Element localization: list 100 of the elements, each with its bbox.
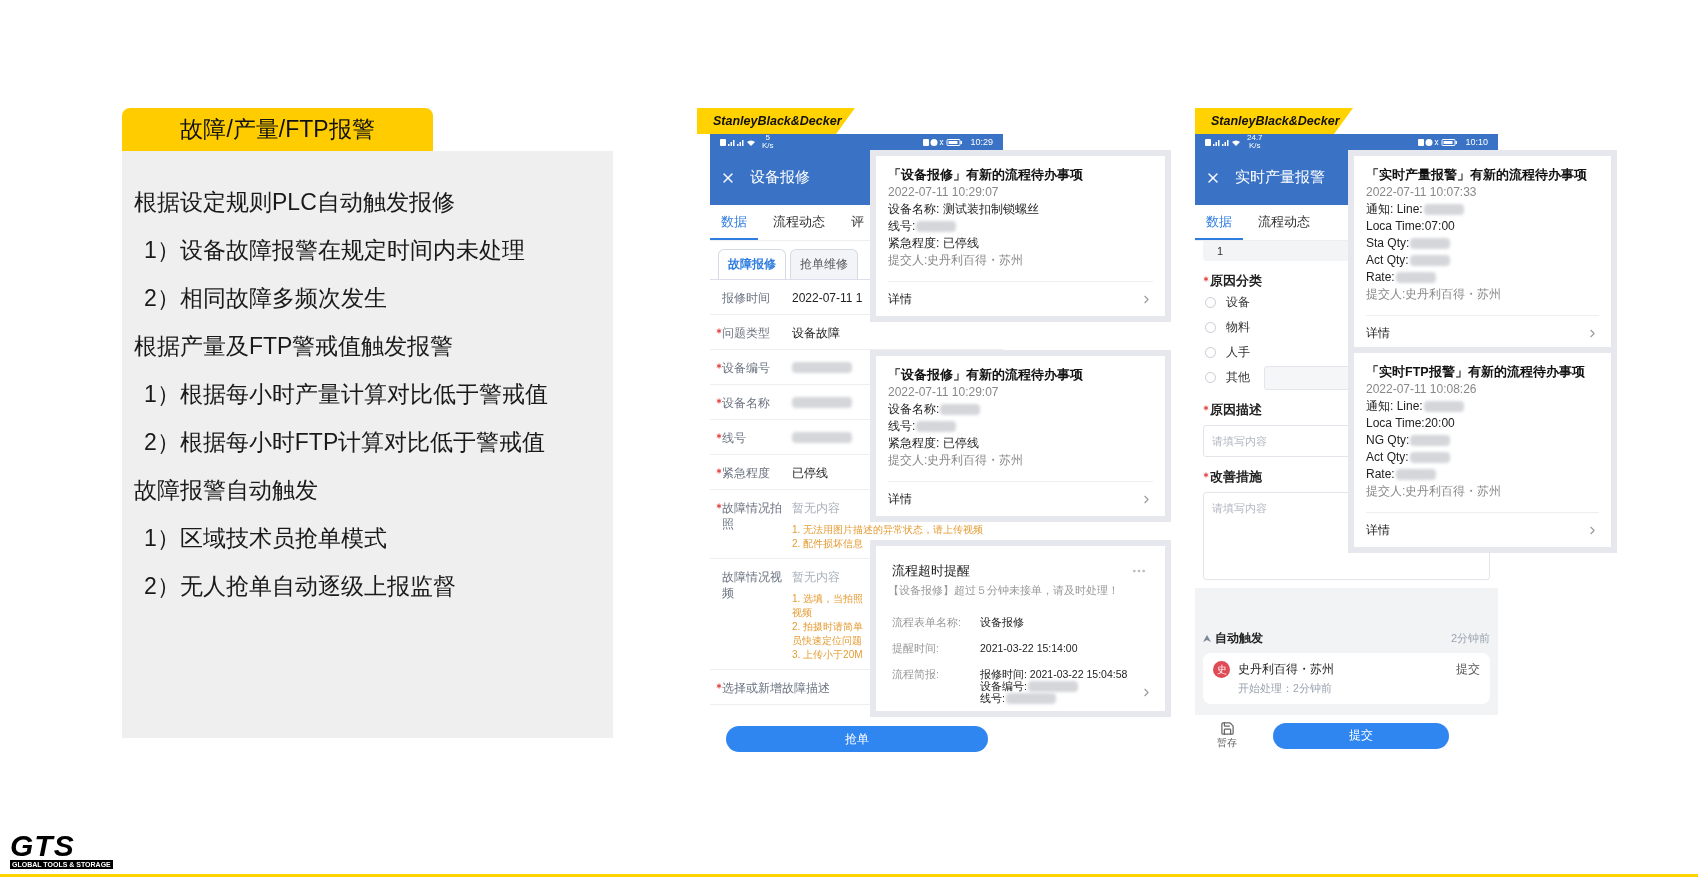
hint-text: 1. 选填，当拍照 <box>792 593 864 605</box>
notification-line: NG Qty: <box>1366 432 1410 449</box>
notification-line: 线号: <box>888 418 916 435</box>
notification-line: Rate: <box>1366 269 1395 286</box>
brand-logo: StanleyBlack&Decker <box>1195 108 1353 134</box>
info-value: 设备报修 <box>980 616 1024 628</box>
details-link[interactable]: 详情 <box>888 481 1153 516</box>
page-title: 设备报修 <box>750 168 810 187</box>
status-icons <box>1418 137 1459 147</box>
signal-icon <box>1205 137 1243 147</box>
notification-time: 2022-07-11 10:29:07 <box>888 384 1000 401</box>
field-label: 设备名称 <box>722 395 770 411</box>
field-label: 紧急程度 <box>722 465 770 481</box>
status-time: 10:10 <box>1465 137 1488 147</box>
field-label: 线号 <box>722 430 746 446</box>
notification-line: Rate: <box>1366 466 1395 483</box>
info-value: 报修时间: 2021-03-22 15:04:58 <box>980 668 1128 680</box>
list-item: 1）根据每小时产量计算对比低于警戒值 <box>143 380 549 409</box>
caret-up-icon[interactable] <box>1203 635 1211 642</box>
page-title: 实时产量报警 <box>1235 168 1325 187</box>
radio-button[interactable] <box>1205 372 1216 383</box>
field-label: 故障情况拍照 <box>722 500 783 532</box>
field-label: 原因描述 <box>1210 402 1262 419</box>
info-label: 流程表单名称: <box>892 616 962 630</box>
tab[interactable]: 流程动态 <box>1247 205 1321 240</box>
field-label: 故障情况视频 <box>722 569 783 601</box>
empty-note: 暂无内容 <box>792 569 841 585</box>
empty-note: 暂无内容 <box>792 500 841 516</box>
notification-title: 「设备报修」有新的流程待办事项 <box>888 367 1084 384</box>
list-item: 2）无人抢单自动逐级上报监督 <box>143 572 457 601</box>
field-value: 2022-07-11 1 <box>792 290 863 306</box>
user-name: 史丹利百得・苏州 <box>1238 661 1334 678</box>
notification-message: 【设备报修】超过５分钟未接单，请及时处理！ <box>888 584 1120 598</box>
activity-action: 提交 <box>1456 661 1480 678</box>
notification-line: 通知: Line: <box>1366 201 1423 218</box>
submit-button[interactable]: 提交 <box>1273 722 1449 749</box>
notification-title: 「实时产量报警」有新的流程待办事项 <box>1366 167 1588 184</box>
option-label: 物料 <box>1226 319 1250 336</box>
submitter-text: 提交人:史丹利百得・苏州 <box>1366 286 1503 303</box>
option-label: 其他 <box>1226 369 1250 386</box>
activity-detail: 开始处理：2分钟前 <box>1238 682 1333 696</box>
radio-button[interactable] <box>1205 297 1216 308</box>
rule-text: 根据设定规则PLC自动触发报修 <box>134 188 456 217</box>
notification-line: 通知: Line: <box>1366 398 1423 415</box>
sub-tab[interactable]: 抢单维修 <box>790 249 858 279</box>
notification-title: 「设备报修」有新的流程待办事项 <box>888 167 1084 184</box>
notification-line: 紧急程度: 已停线 <box>888 235 979 252</box>
save-button[interactable]: 暂存 <box>1217 721 1237 750</box>
details-link[interactable]: 详情 <box>888 281 1153 316</box>
notification-line: 设备名称: 测试装扣制锁螺丝 <box>888 201 1039 218</box>
field-label: 原因分类 <box>1210 273 1262 290</box>
hint-text: 1. 无法用图片描述的异常状态，请上传视频 <box>792 524 984 536</box>
tab[interactable]: 数据 <box>710 205 758 240</box>
radio-button[interactable] <box>1205 347 1216 358</box>
hint-text: 3. 上传小于20M <box>792 649 864 661</box>
info-label: 流程简报: <box>892 668 940 682</box>
field-label: 问题类型 <box>722 325 770 341</box>
option-label: 人手 <box>1226 344 1250 361</box>
list-item: 2）根据每小时FTP计算对比低于警戒值 <box>143 428 547 457</box>
field-label: 选择或新增故障描述 <box>722 680 830 696</box>
field-label: 报修时间 <box>722 290 770 306</box>
submitter-text: 提交人:史丹利百得・苏州 <box>888 252 1025 269</box>
info-value: 设备编号: <box>980 680 1027 692</box>
option-label: 设备 <box>1226 294 1250 311</box>
status-time: 10:29 <box>970 137 993 147</box>
brand-logo: StanleyBlack&Decker <box>697 108 855 134</box>
rule-text: 根据产量及FTP警戒值触发报警 <box>134 332 455 361</box>
field-value: 已停线 <box>792 465 828 481</box>
status-icons <box>923 137 964 147</box>
network-speed: 5 K/s <box>762 134 774 150</box>
activity-title: 自动触发 <box>1215 630 1263 647</box>
section-heading: 故障/产量/FTP报警 <box>122 108 433 151</box>
avatar: 史 <box>1213 661 1230 678</box>
hint-text: 2. 配件损坏信息 <box>792 538 865 550</box>
info-value: 线号: <box>980 692 1005 704</box>
field-value: 设备故障 <box>792 325 840 341</box>
list-item: 2）相同故障多频次发生 <box>143 284 388 313</box>
save-icon <box>1219 721 1235 736</box>
notification-time: 2022-07-11 10:07:33 <box>1366 184 1478 201</box>
sub-tab[interactable]: 故障报修 <box>718 249 786 279</box>
list-item: 1）区域技术员抢单模式 <box>143 524 388 553</box>
field-label: 改善措施 <box>1210 469 1262 486</box>
notification-line: 设备名称: <box>888 401 940 418</box>
signal-icon <box>720 137 758 147</box>
info-label: 提醒时间: <box>892 642 940 656</box>
grab-order-button[interactable]: 抢单 <box>725 726 988 752</box>
notification-title: 流程超时提醒 <box>892 562 970 580</box>
notification-line: Loca Time:07:00 <box>1366 218 1455 235</box>
notification-time: 2022-07-11 10:08:26 <box>1366 381 1478 398</box>
notification-line: 紧急程度: 已停线 <box>888 435 979 452</box>
radio-button[interactable] <box>1205 322 1216 333</box>
hint-text: 员快速定位问题 <box>792 635 863 647</box>
notification-time: 2022-07-11 10:29:07 <box>888 184 1000 201</box>
notification-title: 「实时FTP报警」有新的流程待办事项 <box>1366 364 1586 381</box>
info-value: 2021-03-22 15:14:00 <box>980 642 1078 654</box>
tab[interactable]: 流程动态 <box>762 205 836 240</box>
details-link[interactable]: 详情 <box>1366 512 1599 547</box>
hint-text: 视频 <box>792 607 813 619</box>
activity-time: 2分钟前 <box>1450 631 1490 646</box>
field-label: 设备编号 <box>722 360 770 376</box>
